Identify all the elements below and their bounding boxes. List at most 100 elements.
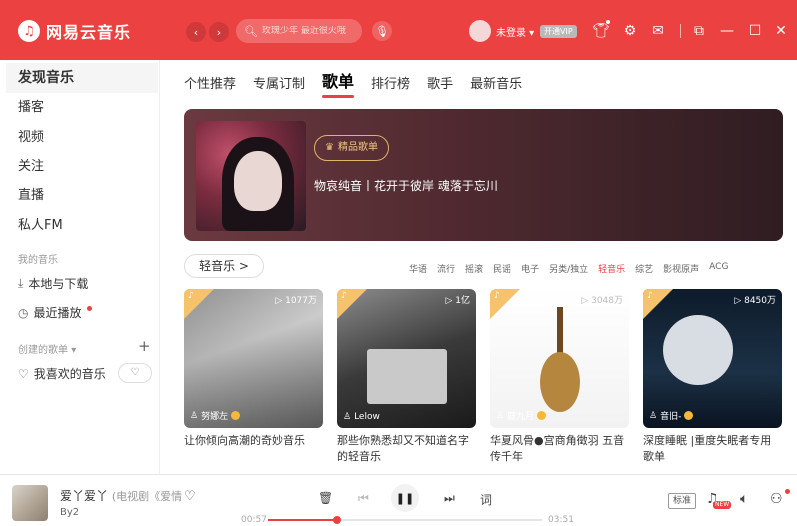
progress-fill: [268, 519, 337, 521]
like-heart-icon[interactable]: ♡: [184, 489, 196, 504]
heart-icon: ♡: [18, 366, 29, 381]
listen-together-icon[interactable]: ⚇: [770, 491, 783, 507]
progress-bar[interactable]: [268, 516, 542, 524]
genre-filter: 华语 流行 摇滚 民谣 电子 另类/独立 轻音乐 综艺 影视原声 ACG: [409, 262, 728, 275]
volume-icon[interactable]: 🔈︎: [740, 491, 748, 507]
notification-dot: [606, 20, 610, 24]
heartbeat-icon: ♡: [130, 367, 140, 378]
now-playing-artist[interactable]: By2: [60, 507, 79, 518]
pause-icon: ❚❚: [395, 491, 415, 505]
playlist-title[interactable]: 让你倾向高潮的奇妙音乐: [184, 433, 323, 449]
genre-link[interactable]: ACG: [709, 262, 728, 275]
creator[interactable]: ♙ Lelow: [343, 412, 380, 422]
vip-badge-icon: [537, 411, 547, 420]
mail-icon[interactable]: ✉: [649, 22, 667, 40]
player-bar: 爱丫爱丫 (电视剧《爱情 By2 ♡ 🗑︎ ⏮ ❚❚ ⏭ 词 00:57 03:…: [0, 474, 797, 526]
heartbeat-mode-button[interactable]: ♡: [118, 363, 152, 383]
voice-search-button[interactable]: 🎙︎: [372, 21, 392, 41]
maximize-icon[interactable]: ☐: [746, 22, 764, 40]
genre-link[interactable]: 影视原声: [663, 262, 699, 275]
playlist-cover[interactable]: ♪ ▷ 8450万 ♙ 音旧-: [643, 289, 782, 428]
lyrics-button[interactable]: 词: [480, 491, 492, 508]
progress-handle[interactable]: [332, 516, 341, 524]
chevron-right-icon: ›: [216, 25, 222, 39]
unread-dot: [86, 306, 92, 311]
playlist-cover[interactable]: ♪ ▷ 3048万 ♙ 庭九月: [490, 289, 629, 428]
playlist-title[interactable]: 华夏风骨●宫商角徵羽 五音传千年: [490, 433, 629, 465]
app-logo[interactable]: ♫ 网易云音乐: [18, 18, 131, 44]
gear-icon[interactable]: ⚙: [621, 22, 639, 40]
new-badge: NEW: [713, 501, 732, 509]
back-button[interactable]: ‹: [186, 22, 206, 42]
my-music-heading: 我的音乐: [18, 255, 58, 266]
total-time: 03:51: [548, 515, 574, 525]
genre-link[interactable]: 流行: [437, 262, 455, 275]
close-icon[interactable]: ✕: [772, 22, 790, 40]
playlist-card[interactable]: ♪ ▷ 1亿 ♙ Lelow 那些你熟悉却又不知道名字的轻音乐: [337, 289, 476, 465]
login-link[interactable]: 未登录 ▾: [496, 24, 534, 39]
category-selector-button[interactable]: 轻音乐 >: [184, 254, 264, 278]
forward-button[interactable]: ›: [209, 22, 229, 42]
playlist-cover[interactable]: ♪ ▷ 1077万 ♙ 努娜左: [184, 289, 323, 428]
creator[interactable]: ♙ 音旧-: [649, 409, 694, 422]
created-playlists-heading[interactable]: 创建的歌单 ▾: [18, 341, 76, 356]
divider: [680, 24, 681, 38]
sidebar-item-discover[interactable]: 发现音乐: [6, 63, 158, 93]
playlist-cover[interactable]: ♪ ▷ 1亿 ♙ Lelow: [337, 289, 476, 428]
skin-shirt-icon[interactable]: 👕︎: [592, 22, 610, 40]
playlist-card[interactable]: ♪ ▷ 3048万 ♙ 庭九月 华夏风骨●宫商角徵羽 五音传千年: [490, 289, 629, 465]
genre-link[interactable]: 综艺: [635, 262, 653, 275]
playlist-title[interactable]: 那些你熟悉却又不知道名字的轻音乐: [337, 433, 476, 465]
next-track-icon[interactable]: ⏭: [444, 491, 455, 506]
pause-button[interactable]: ❚❚: [391, 484, 419, 512]
genre-link[interactable]: 摇滚: [465, 262, 483, 275]
minimize-icon[interactable]: —: [718, 22, 736, 40]
now-playing-title[interactable]: 爱丫爱丫 (电视剧《爱情: [60, 487, 185, 504]
now-playing-cover[interactable]: [12, 485, 48, 521]
play-count-corner-icon: ♪: [647, 291, 653, 301]
creator[interactable]: ♙ 努娜左: [190, 409, 241, 422]
tab-charts[interactable]: 排行榜: [371, 73, 410, 92]
tab-recommend[interactable]: 个性推荐: [184, 73, 236, 92]
tab-artists[interactable]: 歌手: [427, 73, 453, 92]
user-icon: ♙: [190, 410, 199, 421]
genre-link[interactable]: 华语: [409, 262, 427, 275]
tab-new-music[interactable]: 最新音乐: [470, 73, 522, 92]
previous-track-icon[interactable]: ⏮: [358, 491, 369, 506]
sidebar-item-follow[interactable]: 关注: [6, 152, 158, 182]
sidebar-item-video[interactable]: 视频: [6, 123, 158, 153]
sidebar-item-fm[interactable]: 私人FM: [6, 211, 158, 241]
add-playlist-button[interactable]: +: [138, 337, 151, 355]
caret-down-icon: ▾: [71, 345, 77, 356]
sidebar-item-local[interactable]: ⤓ 本地与下载: [18, 275, 88, 292]
sidebar-item-recent[interactable]: ◷ 最近播放: [18, 304, 92, 321]
discover-tabs: 个性推荐 专属订制 歌单 排行榜 歌手 最新音乐: [184, 68, 522, 98]
playlist-card[interactable]: ♪ ▷ 1077万 ♙ 努娜左 让你倾向高潮的奇妙音乐: [184, 289, 323, 449]
mini-mode-icon[interactable]: ⧉: [690, 22, 708, 40]
premium-playlist-tag[interactable]: ♛ 精品歌单: [314, 135, 389, 161]
playlist-title[interactable]: 深度睡眠 |重度失眠者专用歌单: [643, 433, 782, 465]
search-input[interactable]: [261, 26, 358, 36]
creator[interactable]: ♙ 庭九月: [496, 409, 547, 422]
playlist-card[interactable]: ♪ ▷ 8450万 ♙ 音旧- 深度睡眠 |重度失眠者专用歌单: [643, 289, 782, 465]
featured-playlist-banner[interactable]: ♛ 精品歌单 物哀纯音丨花开于彼岸 魂落于忘川: [184, 109, 783, 241]
genre-link[interactable]: 电子: [521, 262, 539, 275]
search-box[interactable]: 🔍︎: [236, 19, 362, 43]
sidebar-item-live[interactable]: 直播: [6, 181, 158, 211]
clock-icon: ◷: [18, 305, 29, 320]
banner-title: 物哀纯音丨花开于彼岸 魂落于忘川: [314, 179, 498, 193]
sidebar-item-podcast[interactable]: 播客: [6, 93, 158, 123]
tab-custom[interactable]: 专属订制: [253, 73, 305, 92]
avatar[interactable]: [469, 20, 491, 42]
download-icon: ⤓: [18, 276, 24, 290]
sidebar-item-liked[interactable]: ♡ 我喜欢的音乐: [18, 365, 106, 382]
tab-playlists[interactable]: 歌单: [322, 68, 355, 98]
play-count-corner-icon: ♪: [494, 291, 500, 301]
vip-badge[interactable]: 开通VIP: [540, 25, 577, 38]
user-icon: ♙: [496, 410, 505, 421]
genre-link[interactable]: 民谣: [493, 262, 511, 275]
genre-link-active[interactable]: 轻音乐: [598, 262, 625, 275]
genre-link[interactable]: 另类/独立: [549, 262, 588, 275]
trash-icon[interactable]: 🗑︎: [318, 491, 333, 505]
quality-button[interactable]: 标准: [668, 493, 697, 509]
